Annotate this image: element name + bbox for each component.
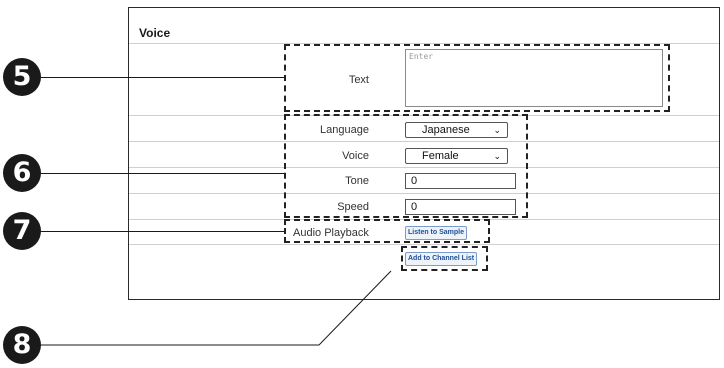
callout-box-voice-settings [284, 114, 528, 218]
section-title: Voice [139, 26, 171, 40]
callout-leader-line [40, 173, 284, 174]
callout-box-text [284, 44, 670, 112]
callout-leader-line [40, 77, 284, 78]
callout-badge-8: 8 [3, 326, 41, 364]
row-divider [129, 244, 719, 245]
callout-box-audio-playback [284, 219, 490, 243]
callout-badge-7: 7 [3, 212, 41, 250]
callout-badge-5: 5 [3, 58, 41, 96]
callout-box-add-channel [401, 246, 488, 271]
callout-leader-line [40, 231, 284, 232]
callout-badge-6: 6 [3, 154, 41, 192]
